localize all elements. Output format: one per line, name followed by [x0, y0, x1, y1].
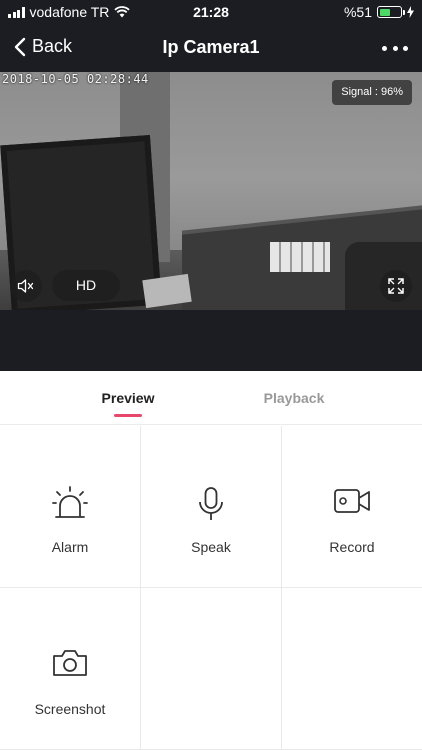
camera-icon [53, 650, 87, 676]
charging-icon [407, 6, 414, 18]
fullscreen-icon [388, 278, 404, 294]
status-right: %51 [344, 4, 414, 20]
back-button[interactable]: Back [14, 36, 72, 57]
alarm-button[interactable]: Alarm [0, 426, 141, 588]
more-button[interactable] [382, 40, 408, 56]
screenshot-label: Screenshot [34, 701, 106, 717]
mute-button[interactable] [10, 270, 42, 302]
more-icon-dot [392, 45, 398, 51]
status-bar: vodafone TR 21:28 %51 [0, 0, 422, 24]
record-label: Record [329, 539, 375, 555]
camera-timestamp: 2018-10-05 02:28:44 [2, 72, 149, 86]
alarm-label: Alarm [51, 539, 89, 555]
active-tab-indicator [114, 414, 142, 417]
speak-label: Speak [191, 539, 231, 555]
speak-button[interactable]: Speak [141, 426, 282, 588]
navigation-bar: Back Ip Camera1 [0, 24, 422, 72]
battery-icon [377, 6, 405, 18]
fullscreen-button[interactable] [380, 270, 412, 302]
alarm-icon [52, 486, 88, 518]
view-mode-tabs: Preview Playback [0, 371, 422, 425]
empty-grid-cell [141, 588, 282, 750]
screenshot-button[interactable]: Screenshot [0, 588, 141, 750]
microphone-icon [199, 487, 223, 520]
more-icon-dot [403, 45, 408, 51]
chevron-left-icon [14, 37, 26, 56]
tab-playback[interactable]: Playback [234, 371, 354, 425]
back-label: Back [32, 36, 73, 56]
speaker-muted-icon [17, 279, 34, 293]
action-grid: Alarm Speak Record Screenshot [0, 426, 422, 750]
signal-badge: Signal : 96% [332, 80, 412, 105]
more-icon-dot [382, 45, 387, 51]
battery-fill [379, 8, 390, 16]
empty-grid-cell [282, 588, 422, 750]
record-button[interactable]: Record [282, 426, 422, 588]
battery-percent: %51 [343, 4, 372, 20]
player-bottom-area [0, 310, 422, 371]
video-quality-button[interactable]: HD [52, 270, 120, 301]
camera-feed-binders [270, 242, 330, 272]
video-camera-icon [334, 489, 370, 513]
